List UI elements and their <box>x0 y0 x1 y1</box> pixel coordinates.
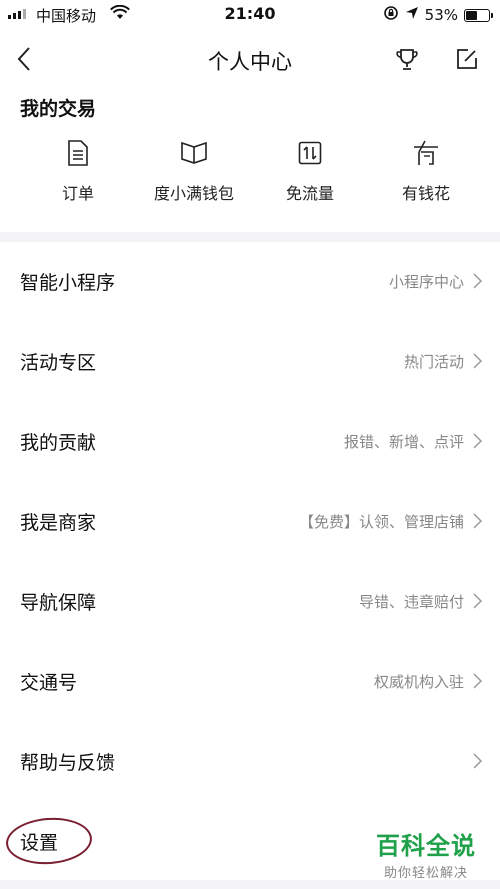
money-flower-icon <box>368 138 484 168</box>
menu-item-value: 小程序中心 <box>388 273 464 291</box>
transaction-item-free-data[interactable]: 免流量 <box>252 138 368 208</box>
menu-item-value: 【免费】认领、管理店铺 <box>298 513 464 531</box>
section-title-transactions: 我的交易 <box>20 98 97 120</box>
menu-item-value: 报错、新增、点评 <box>343 433 464 451</box>
transaction-item-label: 订单 <box>61 184 94 203</box>
rotation-lock-icon <box>383 5 399 25</box>
location-arrow-icon <box>405 6 419 24</box>
battery-percent: 53% <box>424 6 458 24</box>
menu-item-label: 交通号 <box>20 672 78 694</box>
navigation-bar: 个人中心 <box>0 30 500 90</box>
transaction-item-credit[interactable]: 有钱花 <box>368 138 484 208</box>
menu-item-value: 权威机构入驻 <box>373 673 464 691</box>
chevron-right-icon <box>473 673 483 693</box>
edit-icon[interactable] <box>456 48 478 74</box>
menu-item-activities[interactable]: 活动专区 热门活动 <box>0 322 500 402</box>
document-icon <box>20 138 136 168</box>
menu-list: 智能小程序 小程序中心 活动专区 热门活动 我的贡献 报错、新增、点评 我是商家… <box>0 242 500 882</box>
menu-item-navigation-guarantee[interactable]: 导航保障 导错、违章赔付 <box>0 562 500 642</box>
menu-item-label: 活动专区 <box>20 352 97 374</box>
menu-item-label: 帮助与反馈 <box>20 752 116 774</box>
menu-item-label: 我是商家 <box>20 512 97 534</box>
menu-item-value: 热门活动 <box>403 353 464 371</box>
transaction-item-wallet[interactable]: 度小满钱包 <box>136 138 252 208</box>
section-divider <box>0 232 500 242</box>
transactions-grid: 订单 度小满钱包 免流量 有钱花 <box>0 138 500 208</box>
chevron-right-icon <box>473 753 483 773</box>
transaction-item-label: 有钱花 <box>401 184 450 203</box>
bottom-divider <box>0 880 500 889</box>
menu-item-merchant[interactable]: 我是商家 【免费】认领、管理店铺 <box>0 482 500 562</box>
menu-item-contributions[interactable]: 我的贡献 报错、新增、点评 <box>0 402 500 482</box>
watermark-brand: 百科全说 <box>376 832 476 860</box>
menu-item-help-feedback[interactable]: 帮助与反馈 <box>0 722 500 802</box>
menu-item-label: 导航保障 <box>20 592 97 614</box>
chevron-right-icon <box>473 513 483 533</box>
wallet-book-icon <box>136 138 252 168</box>
battery-icon <box>464 8 493 22</box>
menu-item-value: 导错、违章赔付 <box>358 593 464 611</box>
watermark: 百科全说 助你轻松解决 <box>376 826 476 881</box>
chevron-right-icon <box>473 273 483 293</box>
chevron-right-icon <box>473 353 483 373</box>
transaction-item-orders[interactable]: 订单 <box>20 138 136 208</box>
menu-item-mini-programs[interactable]: 智能小程序 小程序中心 <box>0 242 500 322</box>
chevron-right-icon <box>473 593 483 613</box>
transaction-item-label: 免流量 <box>285 184 334 203</box>
status-bar: 中国移动 21:40 53% <box>0 0 500 28</box>
menu-item-label: 我的贡献 <box>20 432 97 454</box>
trophy-icon[interactable] <box>396 48 418 76</box>
chevron-right-icon <box>473 433 483 453</box>
transaction-item-label: 度小满钱包 <box>153 184 234 203</box>
data-transfer-icon <box>252 138 368 168</box>
menu-item-label: 智能小程序 <box>20 272 116 294</box>
watermark-tagline: 助你轻松解决 <box>383 866 468 881</box>
page-title: 个人中心 <box>208 50 292 74</box>
menu-item-traffic-account[interactable]: 交通号 权威机构入驻 <box>0 642 500 722</box>
